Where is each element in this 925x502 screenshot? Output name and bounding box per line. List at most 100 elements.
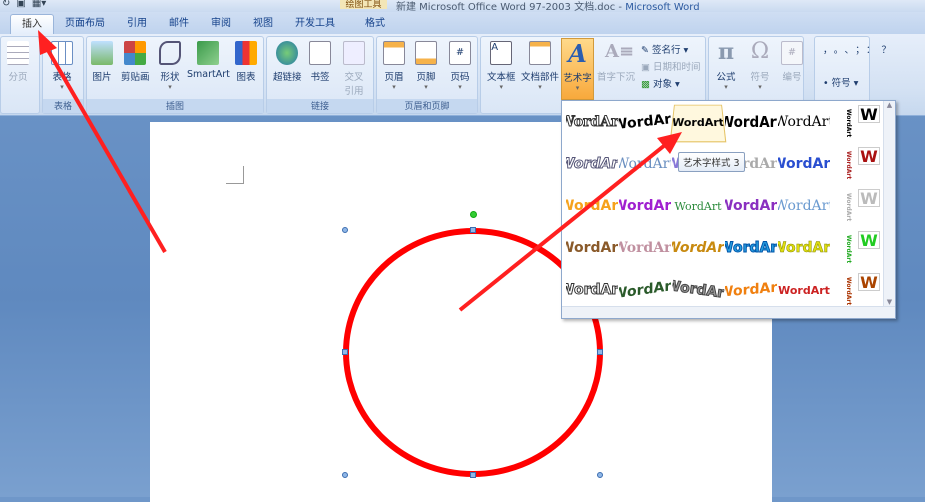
picture-button[interactable]: 图片 (91, 41, 113, 83)
signature-icon: ✎ (641, 45, 649, 56)
wordart-style-29[interactable]: WordArt (566, 271, 618, 309)
footer-icon (415, 41, 437, 65)
wordart-style-2[interactable]: WordArt (617, 100, 673, 143)
tab-view[interactable]: 视图 (242, 14, 284, 34)
resize-handle[interactable] (470, 472, 476, 478)
dropcap-button[interactable]: A≡ 首字下沉 (597, 41, 635, 83)
table-button[interactable]: 表格 ▾ (51, 41, 73, 91)
wordart-style-13[interactable]: WordArt (838, 145, 852, 185)
tab-review[interactable]: 审阅 (200, 14, 242, 34)
tab-mailings[interactable]: 邮件 (158, 14, 200, 34)
page-break-button[interactable]: 分页 (7, 41, 29, 83)
wordart-style-1[interactable]: WordArt (566, 103, 618, 141)
wordart-style-22[interactable]: WordArt (566, 229, 618, 267)
chart-icon (235, 41, 257, 65)
wordart-style-8[interactable]: WordArt (566, 145, 618, 183)
shapes-button[interactable]: 形状 ▾ (159, 41, 181, 91)
wordart-style-20[interactable]: WordArt (838, 187, 852, 227)
wordart-style-9[interactable]: WordArt (619, 145, 671, 183)
hyperlink-button[interactable]: 超链接 (273, 41, 302, 83)
wordart-style-26[interactable]: WordArt (778, 229, 830, 267)
table-icon (51, 41, 73, 65)
wordart-style-28[interactable]: W (858, 231, 880, 249)
group-links: 超链接 书签 交叉引用 链接 (266, 36, 374, 114)
group-illustrations: 图片 剪贴画 形状 ▾ SmartArt 图表 插图 (86, 36, 264, 114)
group-table: 表格 ▾ 表格 (42, 36, 84, 114)
wordart-style-16[interactable]: WordArt (619, 187, 671, 225)
textbox-icon: A (490, 41, 513, 65)
tab-references[interactable]: 引用 (116, 14, 158, 34)
wordart-style-15[interactable]: WordArt (566, 187, 618, 225)
resize-handle[interactable] (342, 227, 348, 233)
wordart-style-32[interactable]: WordArt (725, 269, 777, 312)
wordart-style-7[interactable]: W (858, 105, 880, 123)
wordart-button[interactable]: A 艺术字 ▾ (561, 38, 594, 100)
tab-page-layout[interactable]: 页面布局 (54, 14, 116, 34)
equation-button[interactable]: π 公式 ▾ (715, 41, 737, 91)
scroll-up-icon[interactable]: ▲ (884, 101, 895, 109)
wordart-style-18[interactable]: WordArt (725, 187, 777, 225)
redo-icon[interactable]: ↻ (2, 0, 10, 9)
smartart-icon (197, 41, 220, 65)
symbol-button[interactable]: Ω 符号 ▾ (749, 39, 771, 92)
wordart-style-17[interactable]: WordArt (672, 187, 724, 225)
clipart-icon (124, 41, 147, 65)
wordart-style-24[interactable]: WordArt (672, 229, 724, 267)
object-button[interactable]: ▩ 对象 ▾ (641, 76, 680, 90)
object-icon: ▩ (641, 79, 650, 90)
wordart-style-12[interactable]: WordArt (778, 145, 830, 183)
title-bar: ↻ ▣ ▦▾ 绘图工具 新建 Microsoft Office Word 97-20… (0, 0, 925, 13)
resize-handle[interactable] (597, 349, 603, 355)
wordart-style-21[interactable]: W (858, 189, 880, 207)
gallery-scrollbar[interactable]: ▲ ▼ (883, 101, 895, 306)
smartart-button[interactable]: SmartArt (187, 41, 230, 80)
resize-handle[interactable] (342, 349, 348, 355)
ribbon-tabs: 插入 页面布局 引用 邮件 审阅 视图 开发工具 格式 (0, 12, 925, 34)
wordart-style-33[interactable]: WordArt (778, 271, 830, 309)
scroll-down-icon[interactable]: ▼ (884, 298, 895, 306)
wordart-style-23[interactable]: WordArt (619, 229, 671, 267)
wordart-style-3[interactable]: WordArt (669, 104, 727, 143)
table-icon[interactable]: ▦▾ (32, 0, 46, 9)
signature-line-button[interactable]: ✎ 签名行 ▾ (641, 42, 688, 56)
wordart-style-27[interactable]: WordArt (838, 229, 852, 269)
header-button[interactable]: 页眉 ▾ (383, 41, 405, 91)
footer-button[interactable]: 页脚 ▾ (415, 41, 437, 91)
page-number-button[interactable]: # 页码 ▾ (449, 41, 471, 91)
symbol-chars[interactable]: ，。、；：？ (823, 43, 891, 59)
omega-icon: Ω (750, 39, 770, 64)
page-number-icon: # (449, 41, 471, 65)
chart-button[interactable]: 图表 (235, 41, 257, 83)
rotate-handle[interactable] (470, 211, 477, 218)
cross-reference-button[interactable]: 交叉引用 (343, 41, 365, 97)
shapes-icon (159, 41, 181, 65)
resize-handle[interactable] (597, 472, 603, 478)
wordart-style-35[interactable]: W (858, 273, 880, 291)
special-symbol-button[interactable]: • 符号 ▾ (823, 75, 858, 89)
wordart-style-6[interactable]: WordArt (838, 103, 852, 143)
wordart-style-5[interactable]: WordArt (778, 103, 830, 141)
dropcap-icon: A≡ (605, 41, 635, 62)
wordart-style-14[interactable]: W (858, 147, 880, 165)
wordart-style-19[interactable]: WordArt (778, 187, 830, 225)
clipart-button[interactable]: 剪贴画 (121, 41, 150, 83)
textbox-button[interactable]: A 文本框 ▾ (487, 41, 516, 91)
wordart-style-4[interactable]: WordArt (725, 103, 777, 141)
group-label-links: 链接 (267, 99, 373, 113)
print-preview-icon[interactable]: ▣ (16, 0, 25, 9)
wordart-style-25[interactable]: WordArt (725, 229, 777, 267)
quick-parts-button[interactable]: 文档部件 ▾ (521, 41, 559, 91)
tab-format[interactable]: 格式 (354, 14, 396, 34)
tooltip: 艺术字样式 3 (678, 152, 745, 172)
tab-insert[interactable]: 插入 (10, 14, 54, 34)
datetime-button[interactable]: ▣ 日期和时间 (641, 59, 701, 73)
resize-handle[interactable] (470, 227, 476, 233)
quick-access-toolbar[interactable]: ↻ ▣ ▦▾ (2, 0, 46, 9)
tab-developer[interactable]: 开发工具 (284, 14, 346, 34)
header-icon (383, 41, 405, 65)
resize-handle[interactable] (342, 472, 348, 478)
number-button[interactable]: # 编号 (781, 41, 803, 83)
bookmark-button[interactable]: 书签 (309, 41, 331, 83)
wordart-style-34[interactable]: WordArt (838, 271, 852, 311)
gallery-resize-grip[interactable] (562, 306, 895, 318)
